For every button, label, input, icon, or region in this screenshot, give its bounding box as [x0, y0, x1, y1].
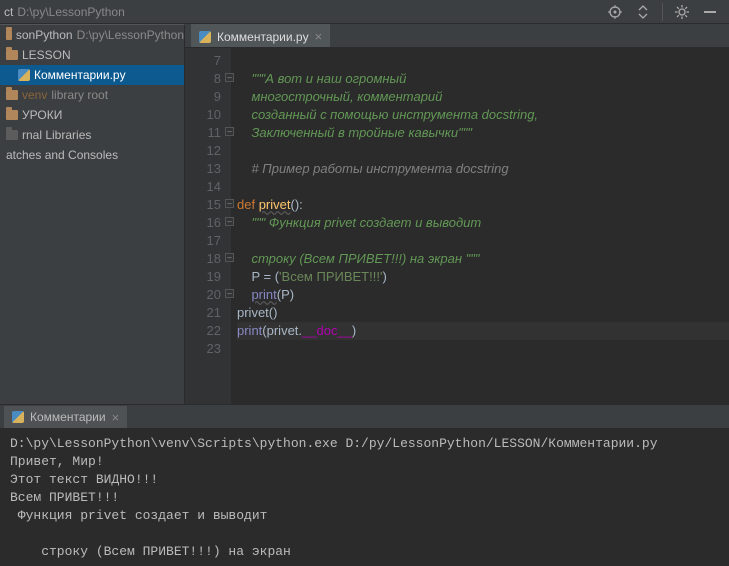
sidebar-item[interactable]: venv library root: [0, 85, 184, 105]
code-editor[interactable]: 7891011121314151617181920212223 """А вот…: [185, 48, 729, 404]
code-line[interactable]: P = ('Всем ПРИВЕТ!!!'): [237, 268, 729, 286]
code-line[interactable]: Заключенный в тройные кавычки"""–: [237, 124, 729, 142]
code-line[interactable]: многострочный, комментарий: [237, 88, 729, 106]
code-line[interactable]: privet(): [237, 304, 729, 322]
fold-icon[interactable]: –: [225, 217, 234, 226]
code-line[interactable]: строку (Всем ПРИВЕТ!!!) на экран """–: [237, 250, 729, 268]
sidebar-item-label: venv: [22, 88, 47, 102]
code-line[interactable]: print(P)–: [237, 286, 729, 304]
code-line[interactable]: [237, 52, 729, 70]
sidebar-item[interactable]: sonPython D:\py\LessonPython: [0, 25, 184, 45]
fold-icon[interactable]: –: [225, 199, 234, 208]
code-line[interactable]: [237, 340, 729, 358]
folder-icon: [6, 50, 18, 60]
folder-icon: [6, 30, 12, 40]
python-file-icon: [18, 69, 30, 81]
code-line[interactable]: """А вот и наш огромный–: [237, 70, 729, 88]
run-tool-window: Комментарии × D:\py\LessonPython\venv\Sc…: [0, 404, 729, 566]
console-tabs: Комментарии ×: [0, 405, 729, 429]
python-file-icon: [12, 411, 24, 423]
collapse-all-icon[interactable]: [634, 3, 652, 21]
divider: [662, 3, 663, 21]
editor-area: Комментарии.py × 78910111213141516171819…: [185, 24, 729, 404]
folder-icon: [6, 90, 18, 100]
fold-icon[interactable]: –: [225, 73, 234, 82]
project-label: ct: [0, 5, 13, 19]
sidebar-item[interactable]: Комментарии.py: [0, 65, 184, 85]
sidebar-item[interactable]: rnal Libraries: [0, 125, 184, 145]
editor-tabs: Комментарии.py ×: [185, 24, 729, 48]
close-icon[interactable]: ×: [315, 30, 323, 43]
sidebar-item[interactable]: LESSON: [0, 45, 184, 65]
fold-icon[interactable]: –: [225, 127, 234, 136]
console-output[interactable]: D:\py\LessonPython\venv\Scripts\python.e…: [0, 429, 729, 566]
gear-icon[interactable]: [673, 3, 691, 21]
console-tab[interactable]: Комментарии ×: [4, 406, 127, 428]
fold-icon[interactable]: –: [225, 253, 234, 262]
code-line[interactable]: [237, 232, 729, 250]
code-line[interactable]: print(privet.__doc__): [237, 322, 729, 340]
sidebar-item-label: LESSON: [22, 48, 71, 62]
library-icon: [6, 130, 18, 140]
sidebar-item-suffix: D:\py\LessonPython: [77, 28, 184, 42]
python-file-icon: [199, 31, 211, 43]
sidebar-item-suffix: library root: [51, 88, 108, 102]
locate-icon[interactable]: [606, 3, 624, 21]
code-line[interactable]: # Пример работы инструмента docstring: [237, 160, 729, 178]
sidebar-item-label: УРОКИ: [22, 108, 62, 122]
sidebar-item[interactable]: atches and Consoles: [0, 145, 184, 165]
tab-label: Комментарии.py: [217, 30, 309, 44]
project-tree[interactable]: sonPython D:\py\LessonPython LESSON Коммен…: [0, 24, 185, 404]
breadcrumb-bar: ct D:\py\LessonPython: [0, 0, 729, 24]
line-gutter: 7891011121314151617181920212223: [185, 48, 231, 404]
hide-icon[interactable]: [701, 3, 719, 21]
code-line[interactable]: созданный с помощью инструмента docstrin…: [237, 106, 729, 124]
code-lines[interactable]: """А вот и наш огромный– многострочный, …: [231, 48, 729, 404]
code-line[interactable]: """ Функция privet создает и выводит–: [237, 214, 729, 232]
project-path: D:\py\LessonPython: [17, 5, 124, 19]
sidebar-item[interactable]: УРОКИ: [0, 105, 184, 125]
toolbar-icons: [606, 3, 729, 21]
tab-file[interactable]: Комментарии.py ×: [191, 24, 330, 47]
fold-icon[interactable]: –: [225, 289, 234, 298]
console-tab-label: Комментарии: [30, 410, 106, 424]
sidebar-item-label: rnal Libraries: [22, 128, 91, 142]
sidebar-item-label: Комментарии.py: [34, 68, 126, 82]
sidebar-item-label: sonPython: [16, 28, 73, 42]
folder-icon: [6, 110, 18, 120]
code-line[interactable]: def privet():–: [237, 196, 729, 214]
code-line[interactable]: [237, 178, 729, 196]
code-line[interactable]: [237, 142, 729, 160]
sidebar-item-label: atches and Consoles: [6, 148, 118, 162]
close-icon[interactable]: ×: [112, 410, 120, 425]
